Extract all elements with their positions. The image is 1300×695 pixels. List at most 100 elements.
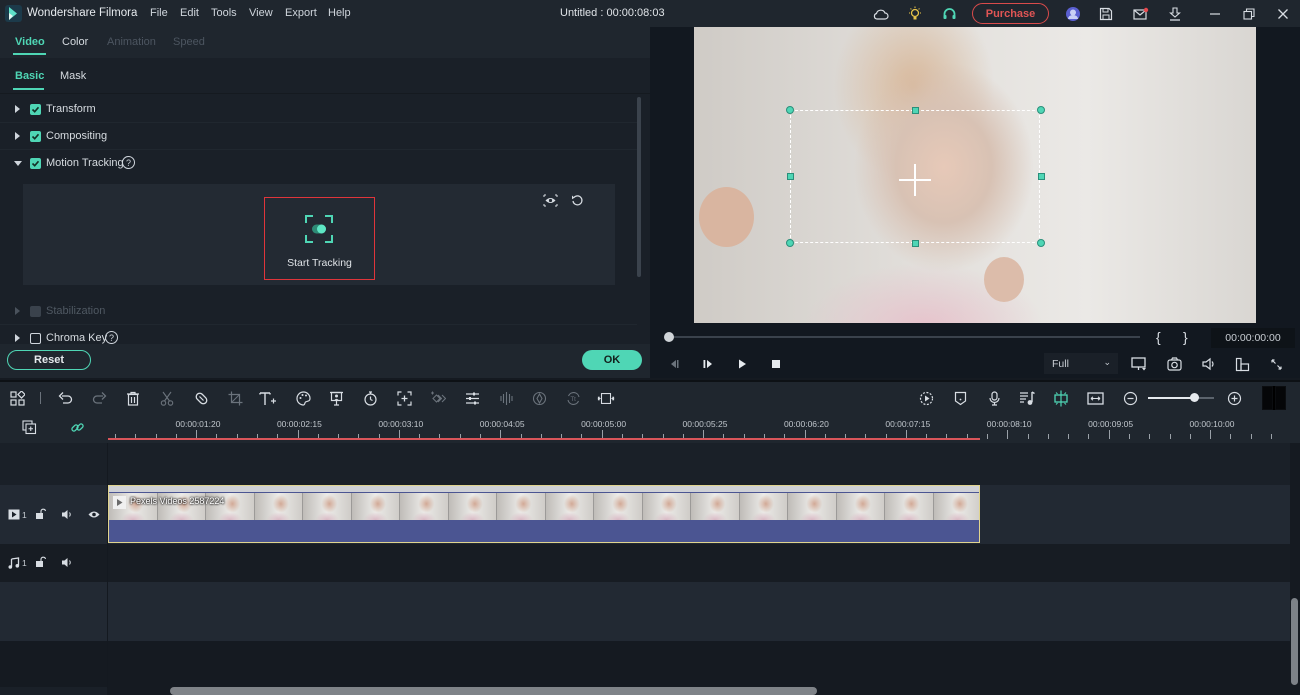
restore-icon[interactable] <box>1239 4 1259 24</box>
fullscreen-icon[interactable] <box>1268 356 1284 372</box>
property-motion-tracking[interactable]: Motion Tracking ? <box>0 150 637 177</box>
mark-in-button[interactable]: { <box>1156 329 1161 345</box>
expand-caret-icon[interactable] <box>15 334 20 342</box>
redo-icon[interactable] <box>90 389 108 407</box>
color-match-icon[interactable] <box>530 389 548 407</box>
timeline-vertical-scrollbar[interactable] <box>1291 598 1298 685</box>
property-compositing[interactable]: Compositing <box>0 123 637 150</box>
zoom-out-icon[interactable] <box>1121 389 1139 407</box>
resize-handle[interactable] <box>1037 106 1045 114</box>
cut-scissors-icon[interactable] <box>158 389 176 407</box>
display-settings-icon[interactable] <box>1131 356 1147 372</box>
minimize-icon[interactable] <box>1205 4 1225 24</box>
subtab-mask[interactable]: Mask <box>60 70 86 82</box>
motion-tracking-checkbox[interactable] <box>30 158 41 169</box>
resize-handle[interactable] <box>912 240 919 247</box>
mute-speaker-icon[interactable] <box>61 557 73 568</box>
panel-toggle-button[interactable] <box>1262 386 1286 410</box>
tab-video[interactable]: Video <box>15 36 45 48</box>
resize-handle[interactable] <box>1037 239 1045 247</box>
menu-view[interactable]: View <box>249 7 273 19</box>
reset-button[interactable]: Reset <box>7 350 91 370</box>
ok-button[interactable]: OK <box>582 350 642 370</box>
transform-checkbox[interactable] <box>30 104 41 115</box>
menu-export[interactable]: Export <box>285 7 317 19</box>
scrubber-handle[interactable] <box>664 332 674 342</box>
eye-visibility-icon[interactable] <box>88 510 100 519</box>
properties-scrollbar[interactable] <box>637 97 641 277</box>
stabilize-frame-icon[interactable] <box>597 389 615 407</box>
text-add-icon[interactable] <box>259 389 277 407</box>
video-clip[interactable]: Pexels Videos 2587224 <box>108 485 980 543</box>
expand-caret-icon[interactable] <box>15 132 20 140</box>
timeline-horizontal-scrollbar[interactable] <box>170 687 817 695</box>
start-tracking-button[interactable]: Start Tracking <box>264 197 375 280</box>
help-icon[interactable]: ? <box>122 156 135 169</box>
snap-magnet-icon[interactable] <box>1052 389 1070 407</box>
link-icon[interactable] <box>70 420 85 435</box>
help-icon[interactable]: ? <box>105 331 118 344</box>
render-preview-icon[interactable] <box>917 389 935 407</box>
marker-icon[interactable] <box>951 389 969 407</box>
lock-icon[interactable] <box>35 508 46 520</box>
menu-edit[interactable]: Edit <box>180 7 199 19</box>
resize-handle[interactable] <box>786 106 794 114</box>
resize-handle[interactable] <box>787 173 794 180</box>
lightbulb-icon[interactable] <box>905 4 925 24</box>
audio-split-icon[interactable] <box>497 389 515 407</box>
stop-icon[interactable] <box>768 356 784 372</box>
timeline-ruler[interactable]: 00:00:01:20 00:00:02:15 00:00:03:10 00:00:0… <box>0 413 1300 443</box>
resize-handle[interactable] <box>786 239 794 247</box>
motion-track-add-icon[interactable] <box>395 389 413 407</box>
download-icon[interactable] <box>1165 4 1185 24</box>
compositing-checkbox[interactable] <box>30 131 41 142</box>
lock-icon[interactable] <box>35 556 46 568</box>
menu-file[interactable]: File <box>150 7 168 19</box>
purchase-button[interactable]: Purchase <box>972 3 1049 24</box>
presentation-icon[interactable] <box>327 389 345 407</box>
expand-caret-icon[interactable] <box>15 105 20 113</box>
resize-handle[interactable] <box>1038 173 1045 180</box>
audio-mixer-icon[interactable] <box>1018 389 1036 407</box>
crop-icon[interactable] <box>226 389 244 407</box>
preview-eye-icon[interactable] <box>543 194 558 207</box>
keyframe-icon[interactable] <box>429 389 447 407</box>
playback-scrubber[interactable] <box>670 336 1140 338</box>
mute-speaker-icon[interactable] <box>61 509 73 520</box>
timeline-zoom-handle[interactable] <box>1190 393 1199 402</box>
timer-speed-icon[interactable] <box>361 389 379 407</box>
chroma-key-checkbox[interactable] <box>30 333 41 344</box>
menu-tools[interactable]: Tools <box>211 7 237 19</box>
auto-reframe-icon[interactable]: Tt <box>564 389 582 407</box>
mail-icon[interactable] <box>1131 4 1151 24</box>
delete-icon[interactable] <box>124 389 142 407</box>
previous-frame-icon[interactable] <box>666 356 682 372</box>
resize-handle[interactable] <box>912 107 919 114</box>
fit-timeline-icon[interactable] <box>1086 389 1104 407</box>
headset-support-icon[interactable] <box>939 4 959 24</box>
tag-icon[interactable] <box>192 389 210 407</box>
adjust-sliders-icon[interactable] <box>463 389 481 407</box>
undo-icon[interactable] <box>56 389 74 407</box>
add-track-icon[interactable] <box>22 420 37 435</box>
video-preview[interactable] <box>694 27 1256 323</box>
subtab-basic[interactable]: Basic <box>15 70 44 82</box>
next-frame-icon[interactable] <box>700 356 716 372</box>
menu-help[interactable]: Help <box>328 7 351 19</box>
mark-out-button[interactable]: } <box>1183 329 1188 345</box>
tab-color[interactable]: Color <box>62 36 88 48</box>
layout-toggle-icon[interactable] <box>1234 356 1250 372</box>
cloud-icon[interactable] <box>871 4 891 24</box>
play-icon[interactable] <box>734 356 750 372</box>
property-transform[interactable]: Transform <box>0 96 637 123</box>
volume-icon[interactable] <box>1200 356 1216 372</box>
collapse-caret-icon[interactable] <box>14 161 22 166</box>
reset-rotate-icon[interactable] <box>571 194 584 207</box>
color-palette-icon[interactable] <box>294 389 312 407</box>
microphone-icon[interactable] <box>985 389 1003 407</box>
preview-quality-select[interactable]: Full ⌄ <box>1044 353 1118 374</box>
layout-grid-icon[interactable] <box>8 389 26 407</box>
zoom-in-icon[interactable] <box>1225 389 1243 407</box>
save-icon[interactable] <box>1096 4 1116 24</box>
close-icon[interactable] <box>1273 4 1293 24</box>
